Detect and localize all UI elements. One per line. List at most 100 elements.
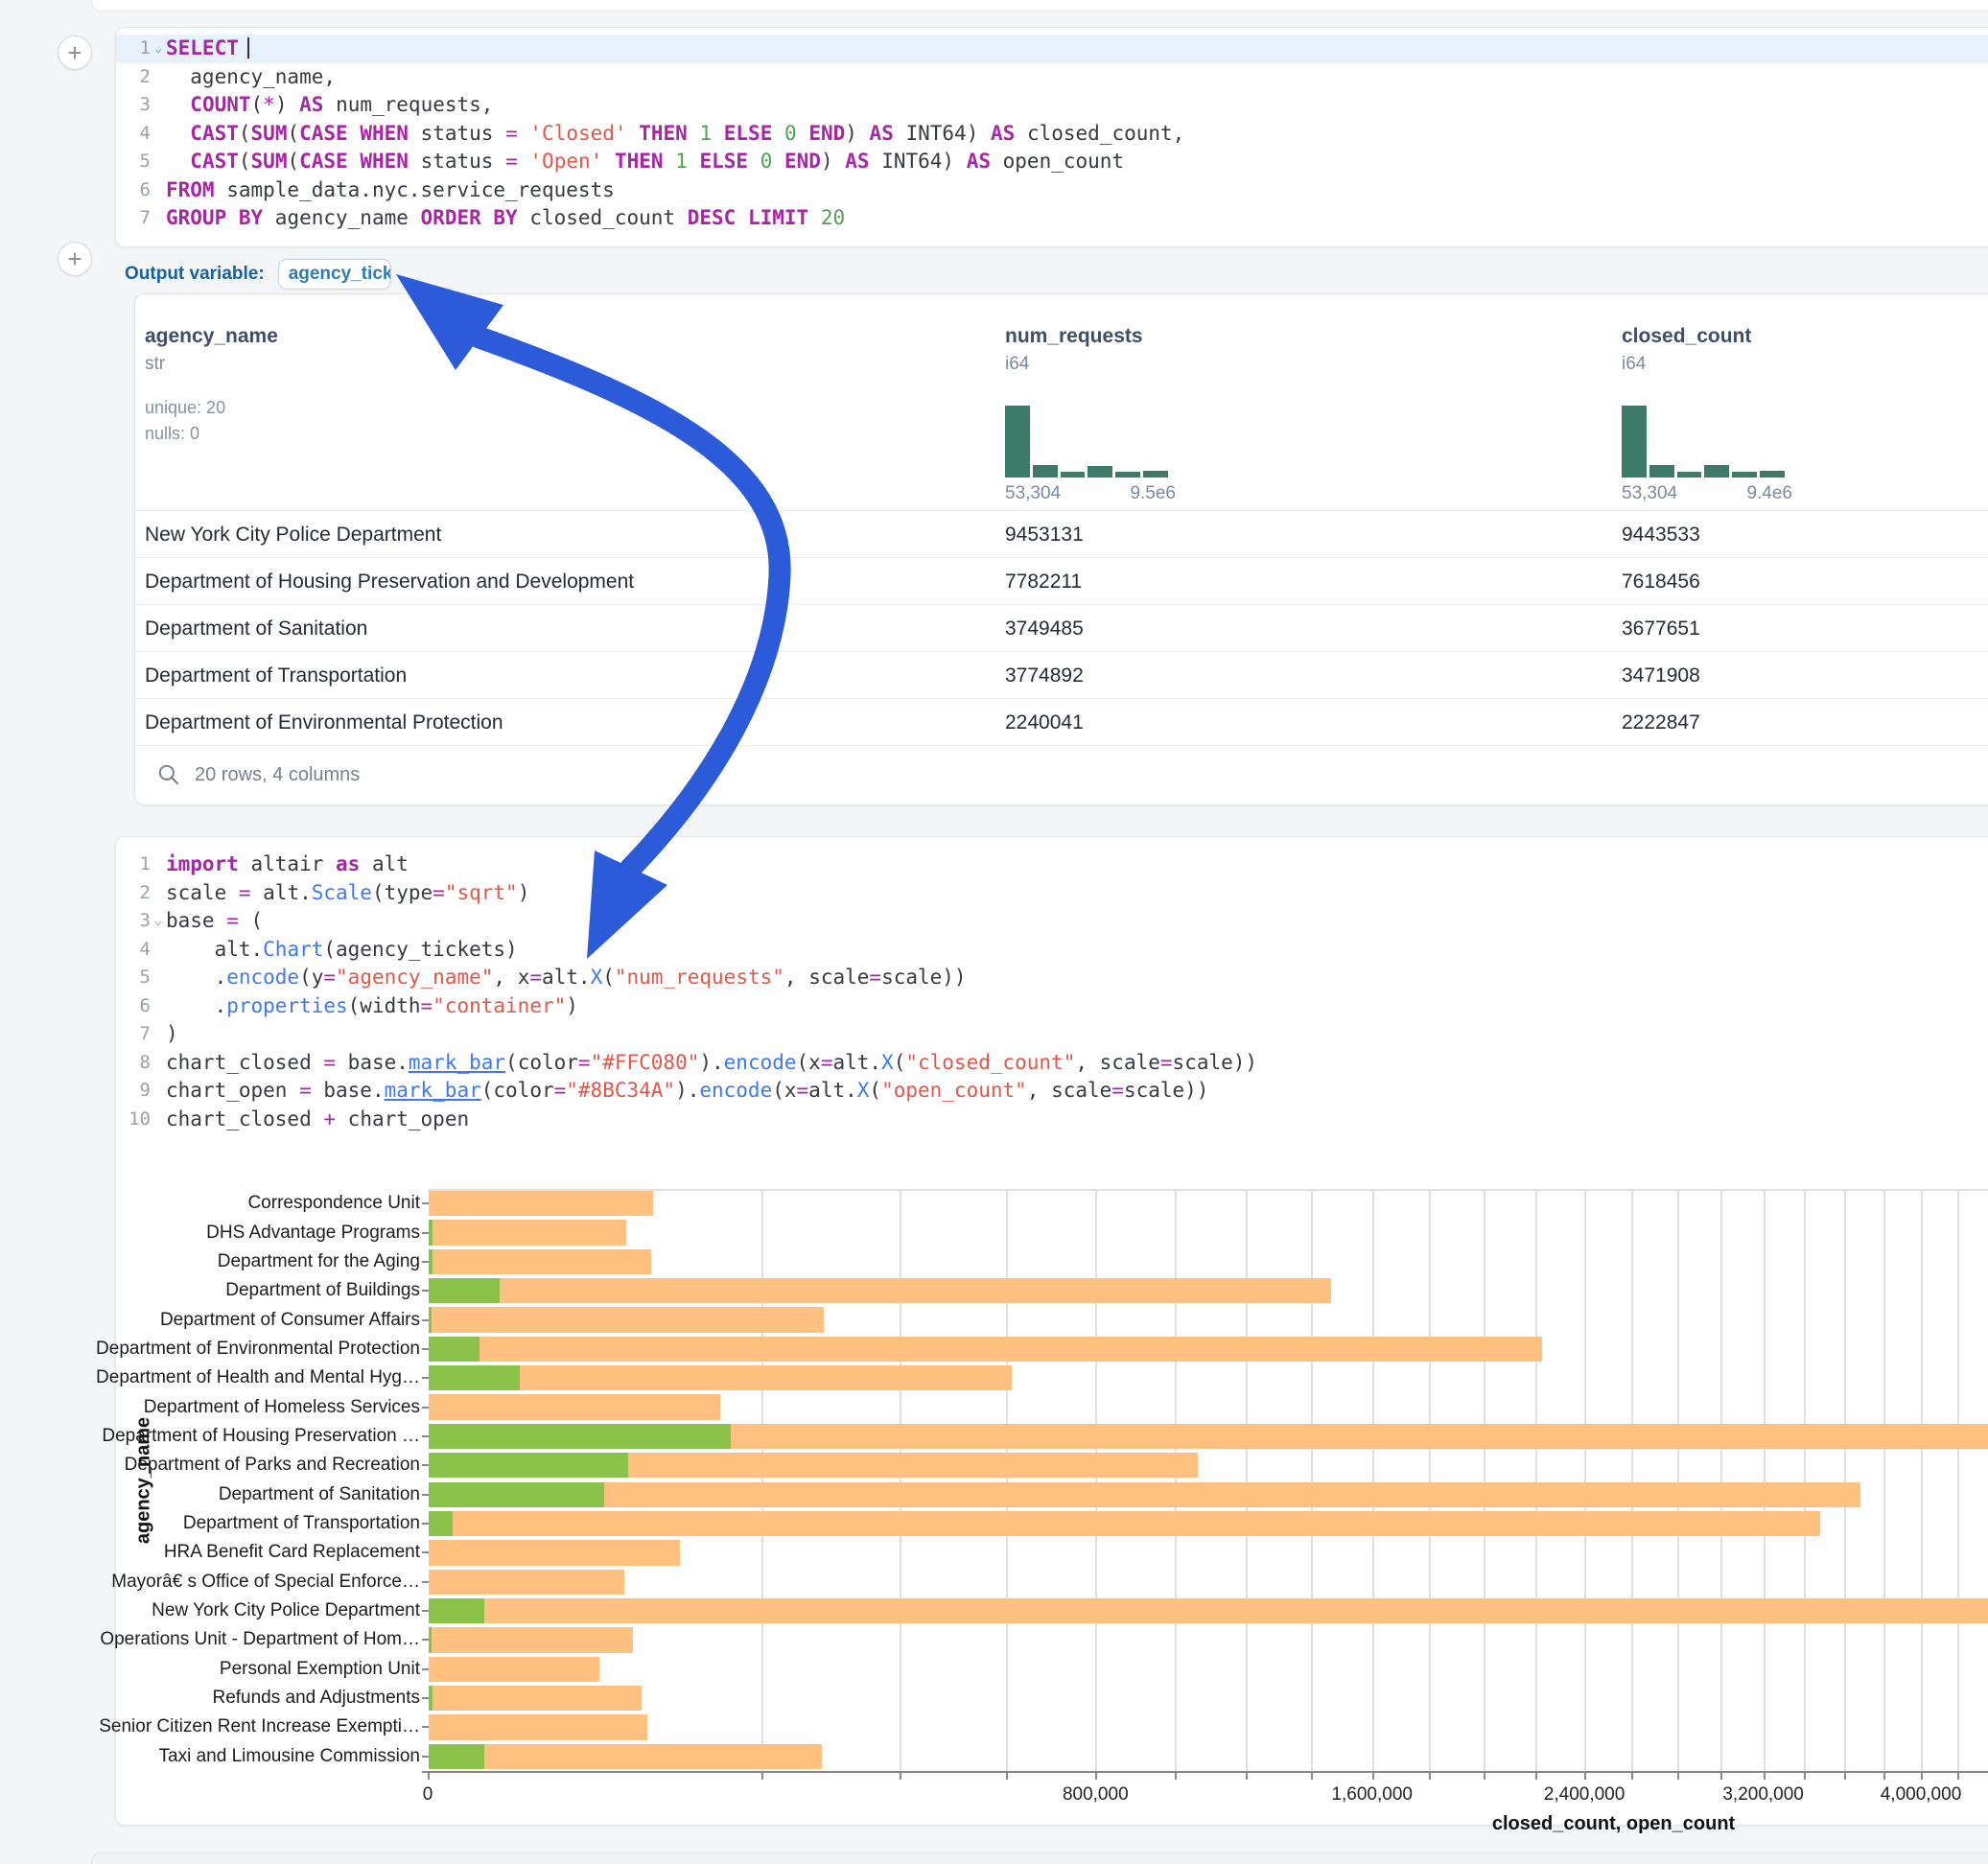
code-line[interactable]: 5 CAST(SUM(CASE WHEN status = 'Open' THE… [116,148,1988,176]
histogram-range-labels: 53,3049.5e6 [1005,483,1176,504]
table-row: Department of Transportation 3774892 34719… [135,651,1988,699]
code-text[interactable]: COUNT(*) AS num_requests, [166,91,1988,120]
table-cell: Department of Sanitation [145,605,367,652]
code-text[interactable]: FROM sample_data.nyc.service_requests [166,176,1988,205]
histogram-bar [1649,465,1674,478]
code-line[interactable]: 4 CAST(SUM(CASE WHEN status = 'Closed' T… [116,120,1988,149]
table-cell: 3774892 [1005,652,1084,699]
fold-chevron-icon[interactable]: ⌄ [151,35,166,63]
code-text[interactable]: SELECT [166,35,1988,63]
fold-spacer [151,1106,166,1134]
code-line[interactable]: 9chart_open = base.mark_bar(color="#8BC3… [116,1077,1988,1106]
table-preview: agency_namestrunique: 20nulls: 0num_requ… [134,293,1988,805]
code-text[interactable]: agency_name, [166,63,1988,92]
line-number: 8 [116,1049,151,1078]
histogram-bar [1088,466,1112,478]
code-line[interactable]: 1 import altair as alt [116,850,1988,879]
histogram-bar [1033,465,1058,478]
code-text[interactable]: base = ( [166,907,1988,936]
fold-spacer [151,204,166,233]
line-number: 1 [116,35,151,63]
python-code-editor[interactable]: 1 import altair as alt2scale = alt.Scale(… [116,850,1988,1133]
code-text[interactable]: chart_closed = base.mark_bar(color="#FFC… [166,1049,1988,1078]
table-cell: New York City Police Department [145,511,441,558]
fold-spacer [151,91,166,120]
line-number: 10 [116,1106,151,1134]
next-cell-edge [91,1852,1988,1864]
code-text[interactable]: chart_closed + chart_open [166,1106,1988,1134]
code-line[interactable]: 7 GROUP BY agency_name ORDER BY closed_co… [116,204,1988,233]
column-header[interactable]: closed_count [1622,325,1751,348]
line-number: 4 [116,120,151,149]
fold-spacer [151,1077,166,1106]
code-text[interactable]: CAST(SUM(CASE WHEN status = 'Open' THEN … [166,148,1988,176]
sql-code-editor[interactable]: 1⌄SELECT2 agency_name,3 COUNT(*) AS num_… [116,35,1988,233]
fold-spacer [151,63,166,92]
output-variable-value: agency_tickets [289,264,391,285]
table-cell: 9443533 [1622,511,1700,558]
table-cell: 2222847 [1622,699,1700,746]
line-number: 1 [116,850,151,879]
fold-spacer [151,850,166,879]
code-text[interactable]: alt.Chart(agency_tickets) [166,936,1988,965]
code-line[interactable]: 2 agency_name, [116,63,1988,92]
line-number: 6 [116,992,151,1021]
table-cell: 3471908 [1622,652,1700,699]
table-row-count: 20 rows, 4 columns [195,764,360,786]
search-icon[interactable] [156,762,181,787]
line-number: 7 [116,204,151,233]
fold-spacer [151,992,166,1021]
sql-cell[interactable]: 1⌄SELECT2 agency_name,3 COUNT(*) AS num_… [115,27,1988,247]
fold-chevron-icon[interactable]: ⌄ [151,907,166,936]
code-text[interactable]: .encode(y="agency_name", x=alt.X("num_re… [166,964,1988,992]
histogram-bar [1760,471,1785,478]
column-type: i64 [1005,354,1029,375]
python-cell[interactable]: 1 import altair as alt2scale = alt.Scale(… [115,836,1988,1826]
line-number: 6 [116,176,151,205]
code-line[interactable]: 4 alt.Chart(agency_tickets) [116,936,1988,965]
code-text[interactable]: scale = alt.Scale(type="sqrt") [166,879,1988,908]
line-number: 3 [116,91,151,120]
histogram-bar [1732,472,1757,478]
fold-spacer [151,936,166,965]
fold-spacer [151,1020,166,1049]
code-line[interactable]: 6 .properties(width="container") [116,992,1988,1021]
fold-spacer [151,1049,166,1078]
code-text[interactable]: CAST(SUM(CASE WHEN status = 'Closed' THE… [166,120,1988,149]
code-text[interactable]: import altair as alt [166,850,1988,879]
table-row: Department of Environmental Protection 22… [135,698,1988,746]
table-cell: 9453131 [1005,511,1084,558]
code-line[interactable]: 2scale = alt.Scale(type="sqrt") [116,879,1988,908]
histogram-bar [1005,406,1030,478]
code-line[interactable]: 3⌄base = ( [116,907,1988,936]
code-line[interactable]: 3 COUNT(*) AS num_requests, [116,91,1988,120]
add-cell-button[interactable]: + [58,242,92,276]
column-header[interactable]: agency_name [145,325,278,348]
code-line[interactable]: 5 .encode(y="agency_name", x=alt.X("num_… [116,964,1988,992]
line-number: 5 [116,964,151,992]
output-variable-label: Output variable: [125,264,265,285]
column-histogram [1622,406,1785,478]
output-variable-row: Output variable: agency_tickets [125,257,391,291]
code-text[interactable]: .properties(width="container") [166,992,1988,1021]
table-row: Department of Housing Preservation and D… [135,557,1988,605]
code-line[interactable]: 10 chart_closed + chart_open [116,1106,1988,1134]
code-line[interactable]: 7) [116,1020,1988,1049]
output-variable-chip[interactable]: agency_tickets [278,259,391,290]
code-text[interactable]: chart_open = base.mark_bar(color="#8BC34… [166,1077,1988,1106]
add-cell-button[interactable]: + [58,35,92,70]
table-cell: Department of Environmental Protection [145,699,503,746]
fold-spacer [151,148,166,176]
table-cell: 7618456 [1622,558,1700,605]
code-line[interactable]: 1⌄SELECT [116,35,1988,63]
line-number: 5 [116,148,151,176]
table-cell: 3749485 [1005,605,1084,652]
code-text[interactable]: ) [166,1020,1988,1049]
code-text[interactable]: GROUP BY agency_name ORDER BY closed_cou… [166,204,1988,233]
fold-spacer [151,964,166,992]
column-header[interactable]: num_requests [1005,325,1143,348]
code-line[interactable]: 6 FROM sample_data.nyc.service_requests [116,176,1988,205]
code-line[interactable]: 8 chart_closed = base.mark_bar(color="#FF… [116,1049,1988,1078]
table-cell: Department of Transportation [145,652,407,699]
table-row: New York City Police Department 9453131 94… [135,510,1988,558]
